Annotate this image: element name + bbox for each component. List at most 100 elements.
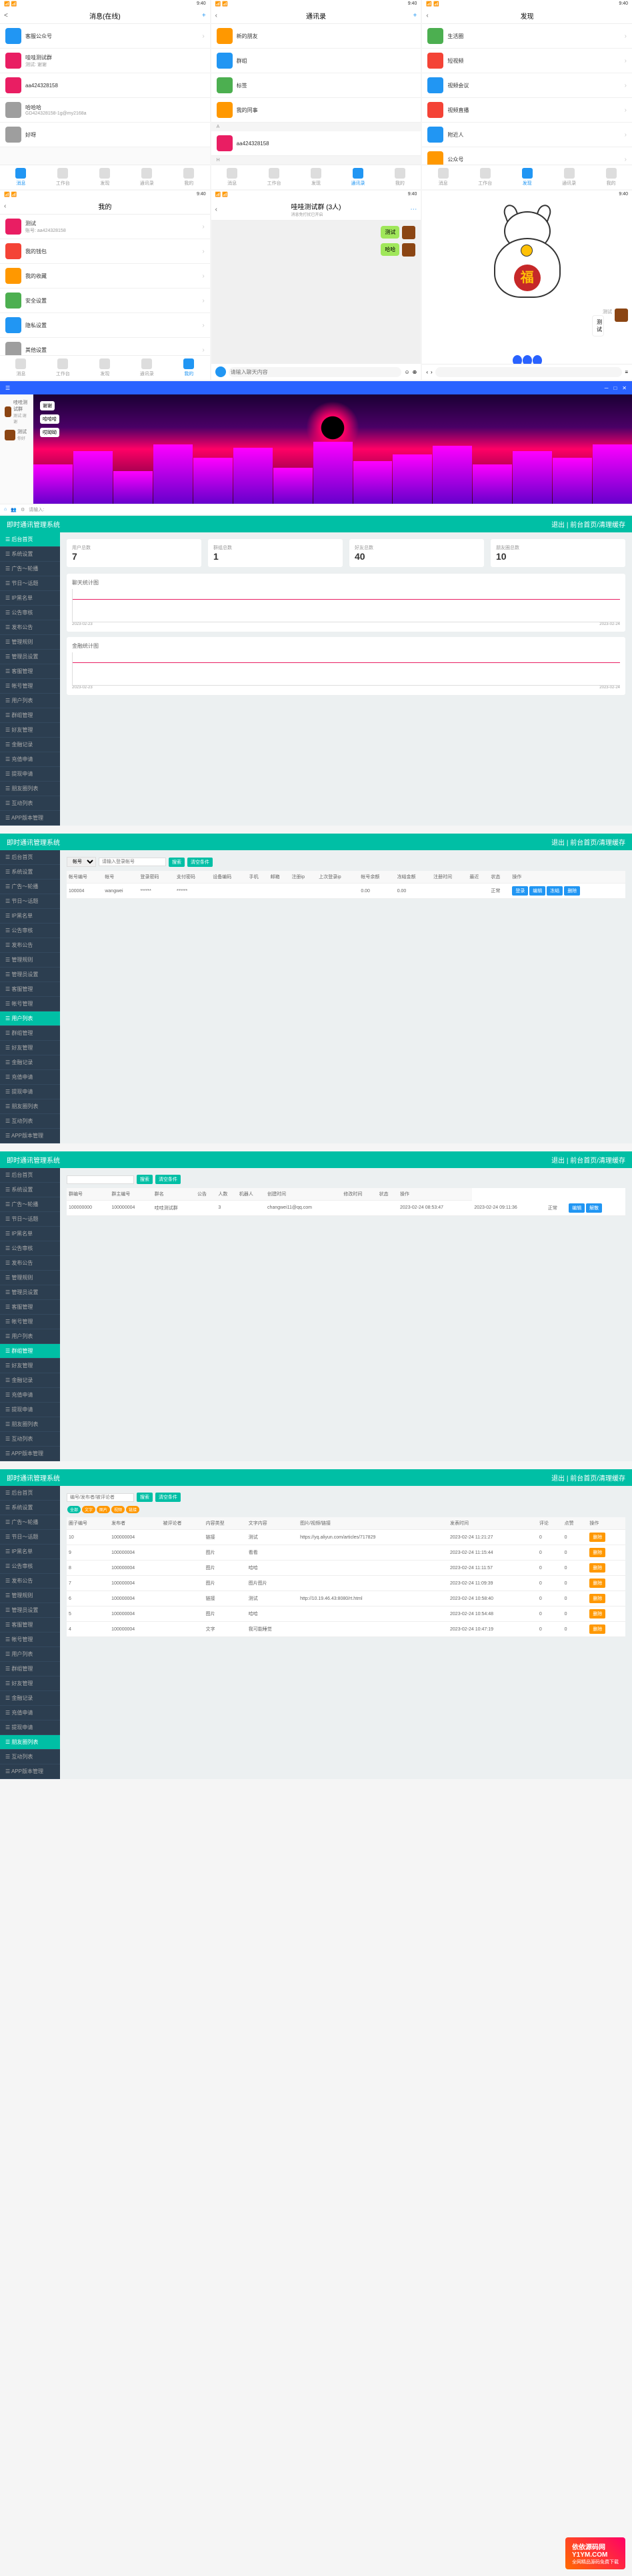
nav-item[interactable]: ☰ 金融记录 [0,1055,60,1070]
nav-item[interactable]: ☰ 公告审核 [0,606,60,620]
filter-tab[interactable]: 链接 [126,1506,139,1513]
discover-item[interactable]: 公众号› [422,147,632,165]
other-item[interactable]: 其他设置› [0,338,210,355]
table-row[interactable]: 4100000004文字我可能睡觉2023-02-24 10:47:1900删除 [67,1622,625,1637]
security-item[interactable]: 安全设置› [0,289,210,313]
nav-item[interactable]: ☰ 用户列表 [0,1011,60,1026]
clear-button[interactable]: 清空条件 [155,1493,181,1502]
chat-input[interactable] [229,367,402,377]
back-icon[interactable]: ‹ [426,369,428,375]
privacy-item[interactable]: 隐私设置› [0,313,210,338]
op-button[interactable]: 编辑 [569,1203,585,1213]
nav-item[interactable]: ☰ 管理规则 [0,1271,60,1285]
contact-item[interactable]: 标签 [211,73,421,98]
nav-item[interactable]: ☰ 提现申请 [0,1403,60,1417]
nav-item[interactable]: ☰ 后台首页 [0,850,60,865]
nav-item[interactable]: ☰ 节日～话题 [0,1212,60,1227]
nav-item[interactable]: ☰ 朋友圈列表 [0,1099,60,1114]
menu-icon[interactable]: ☰ [5,385,10,391]
tab-me[interactable]: 我的 [590,165,632,189]
close-icon[interactable]: ✕ [622,385,627,391]
back-icon[interactable]: ‹ [426,12,428,19]
nav-item[interactable]: ☰ 后台首页 [0,532,60,547]
admin-toplinks[interactable]: 退出 | 前台首页/清理缓存 [551,1155,625,1165]
nav-item[interactable]: ☰ IP黑名单 [0,591,60,606]
nav-item[interactable]: ☰ 帐号管理 [0,1632,60,1647]
nav-item[interactable]: ☰ 公告审核 [0,1559,60,1574]
op-button[interactable]: 删除 [564,886,580,896]
delete-button[interactable]: 删除 [589,1609,605,1618]
nav-item[interactable]: ☰ 系统设置 [0,865,60,880]
tab-me[interactable]: 我的 [168,165,210,189]
tab-discover[interactable]: 发现 [295,165,337,189]
nav-item[interactable]: ☰ APP版本管理 [0,1129,60,1143]
nav-item[interactable]: ☰ 帐号管理 [0,1315,60,1329]
tab-contacts[interactable]: 通讯录 [337,165,379,189]
nav-item[interactable]: ☰ APP版本管理 [0,1447,60,1461]
filter-tab[interactable]: 文字 [82,1506,95,1513]
menu-icon[interactable]: ≡ [625,369,628,375]
delete-button[interactable]: 删除 [589,1624,605,1634]
filter-tab[interactable]: 图片 [97,1506,110,1513]
nav-item[interactable]: ☰ 用户列表 [0,1329,60,1344]
table-row[interactable]: 8100000004图片哈哈2023-02-24 11:11:5700删除 [67,1561,625,1576]
nav-item[interactable]: ☰ 公告审核 [0,924,60,938]
contact-item[interactable]: 群组 [211,49,421,73]
delete-button[interactable]: 删除 [589,1563,605,1573]
nav-item[interactable]: ☰ 管理规则 [0,635,60,650]
sidebar-item[interactable]: 哇哇测试群测试:谢谢 [3,397,30,426]
nav-item[interactable]: ☰ 管理员设置 [0,650,60,664]
nav-item[interactable]: ☰ 发布公告 [0,620,60,635]
admin-toplinks[interactable]: 退出 | 前台首页/清理缓存 [551,837,625,847]
op-button[interactable]: 编辑 [529,886,545,896]
delete-button[interactable]: 删除 [589,1579,605,1588]
sidebar-item[interactable]: 测试你好 [3,426,30,443]
nav-item[interactable]: ☰ 帐号管理 [0,679,60,694]
nav-item[interactable]: ☰ 充值申请 [0,1070,60,1085]
filter-tab[interactable]: 全部 [67,1506,81,1513]
msg-item[interactable]: aa424328158 [0,73,210,98]
msg-item[interactable]: 客服公众号› [0,24,210,49]
tab-msg[interactable]: 消息 [211,165,253,189]
tab-work[interactable]: 工作台 [253,165,295,189]
tab-work[interactable]: 工作台 [42,165,84,189]
nav-item[interactable]: ☰ 节日～话题 [0,894,60,909]
wallet-item[interactable]: 我的钱包› [0,239,210,264]
nav-item[interactable]: ☰ 广告～轮播 [0,1515,60,1530]
discover-item[interactable]: 生活圈› [422,24,632,49]
table-row[interactable]: 100000000100000004哇哇测试群3changwei11@qq.co… [67,1201,625,1216]
nav-item[interactable]: ☰ 节日～话题 [0,576,60,591]
discover-item[interactable]: 视频会议› [422,73,632,98]
plus-icon[interactable]: ⊕ [413,369,417,375]
nav-item[interactable]: ☰ APP版本管理 [0,811,60,826]
back-icon[interactable]: ‹ [215,12,217,19]
nav-item[interactable]: ☰ 充值申请 [0,1388,60,1403]
nav-item[interactable]: ☰ 发布公告 [0,938,60,953]
nav-item[interactable]: ☰ 好友管理 [0,1359,60,1373]
nav-item[interactable]: ☰ IP黑名单 [0,909,60,924]
tab-msg[interactable]: 消息 [0,165,42,189]
msg-item[interactable]: 哇哇测试群测试: 谢谢 [0,49,210,73]
contacts-icon[interactable]: 👥 [11,507,17,512]
clear-button[interactable]: 清空条件 [187,858,213,867]
more-icon[interactable]: ⋯ [410,206,417,213]
voice-icon[interactable] [215,366,226,377]
search-select[interactable]: 帐号 [67,857,96,867]
op-button[interactable]: 登录 [512,886,528,896]
search-input[interactable] [67,1493,134,1502]
nav-item[interactable]: ☰ 后台首页 [0,1168,60,1183]
table-row[interactable]: 10100000004链接测试https://yq.aliyun.com/art… [67,1530,625,1545]
nav-item[interactable]: ☰ 提现申请 [0,767,60,782]
nav-item[interactable]: ☰ 群组管理 [0,1344,60,1359]
nav-item[interactable]: ☰ 朋友圈列表 [0,782,60,796]
op-button[interactable]: 解散 [586,1203,602,1213]
nav-item[interactable]: ☰ 金融记录 [0,738,60,752]
search-button[interactable]: 搜索 [169,858,185,867]
tab-work[interactable]: 工作台 [464,165,506,189]
nav-item[interactable]: ☰ 群组管理 [0,708,60,723]
nav-item[interactable]: ☰ 好友管理 [0,1041,60,1055]
nav-item[interactable]: ☰ 好友管理 [0,1676,60,1691]
add-icon[interactable]: + [202,12,206,19]
nav-item[interactable]: ☰ 客服管理 [0,982,60,997]
contact-item[interactable]: 我的同事 [211,98,421,123]
